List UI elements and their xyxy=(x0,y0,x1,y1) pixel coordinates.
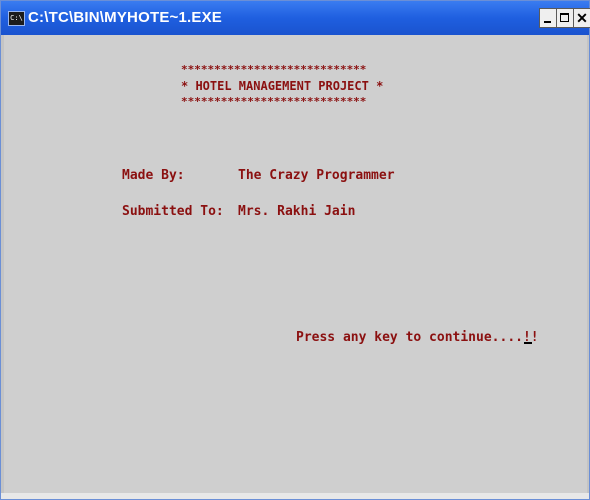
submitted-to-value: Mrs. Rakhi Jain xyxy=(238,204,356,219)
console-area[interactable]: **************************** * HOTEL MAN… xyxy=(4,35,587,493)
window-title: C:\TC\BIN\MYHOTE~1.EXE xyxy=(28,9,223,26)
close-icon: ✕ xyxy=(576,10,588,26)
window-bottom-edge xyxy=(1,493,589,499)
minimize-icon xyxy=(544,21,551,23)
submitted-to-label: Submitted To: xyxy=(122,204,224,219)
console-window: C:\ C:\TC\BIN\MYHOTE~1.EXE ✕ ***********… xyxy=(0,0,590,500)
continue-prompt: Press any key to continue....!! xyxy=(296,330,539,345)
project-heading: * HOTEL MANAGEMENT PROJECT * xyxy=(181,79,384,93)
maximize-icon xyxy=(560,13,569,22)
stars-top: **************************** xyxy=(181,63,367,76)
console-app-icon[interactable]: C:\ xyxy=(8,11,25,26)
title-bar[interactable]: C:\ C:\TC\BIN\MYHOTE~1.EXE ✕ xyxy=(1,1,590,35)
stars-bottom: **************************** xyxy=(181,95,367,108)
maximize-button[interactable] xyxy=(556,8,574,28)
text-cursor xyxy=(524,342,532,344)
minimize-button[interactable] xyxy=(539,8,557,28)
made-by-value: The Crazy Programmer xyxy=(238,168,395,183)
close-button[interactable]: ✕ xyxy=(573,8,590,28)
made-by-label: Made By: xyxy=(122,168,185,183)
